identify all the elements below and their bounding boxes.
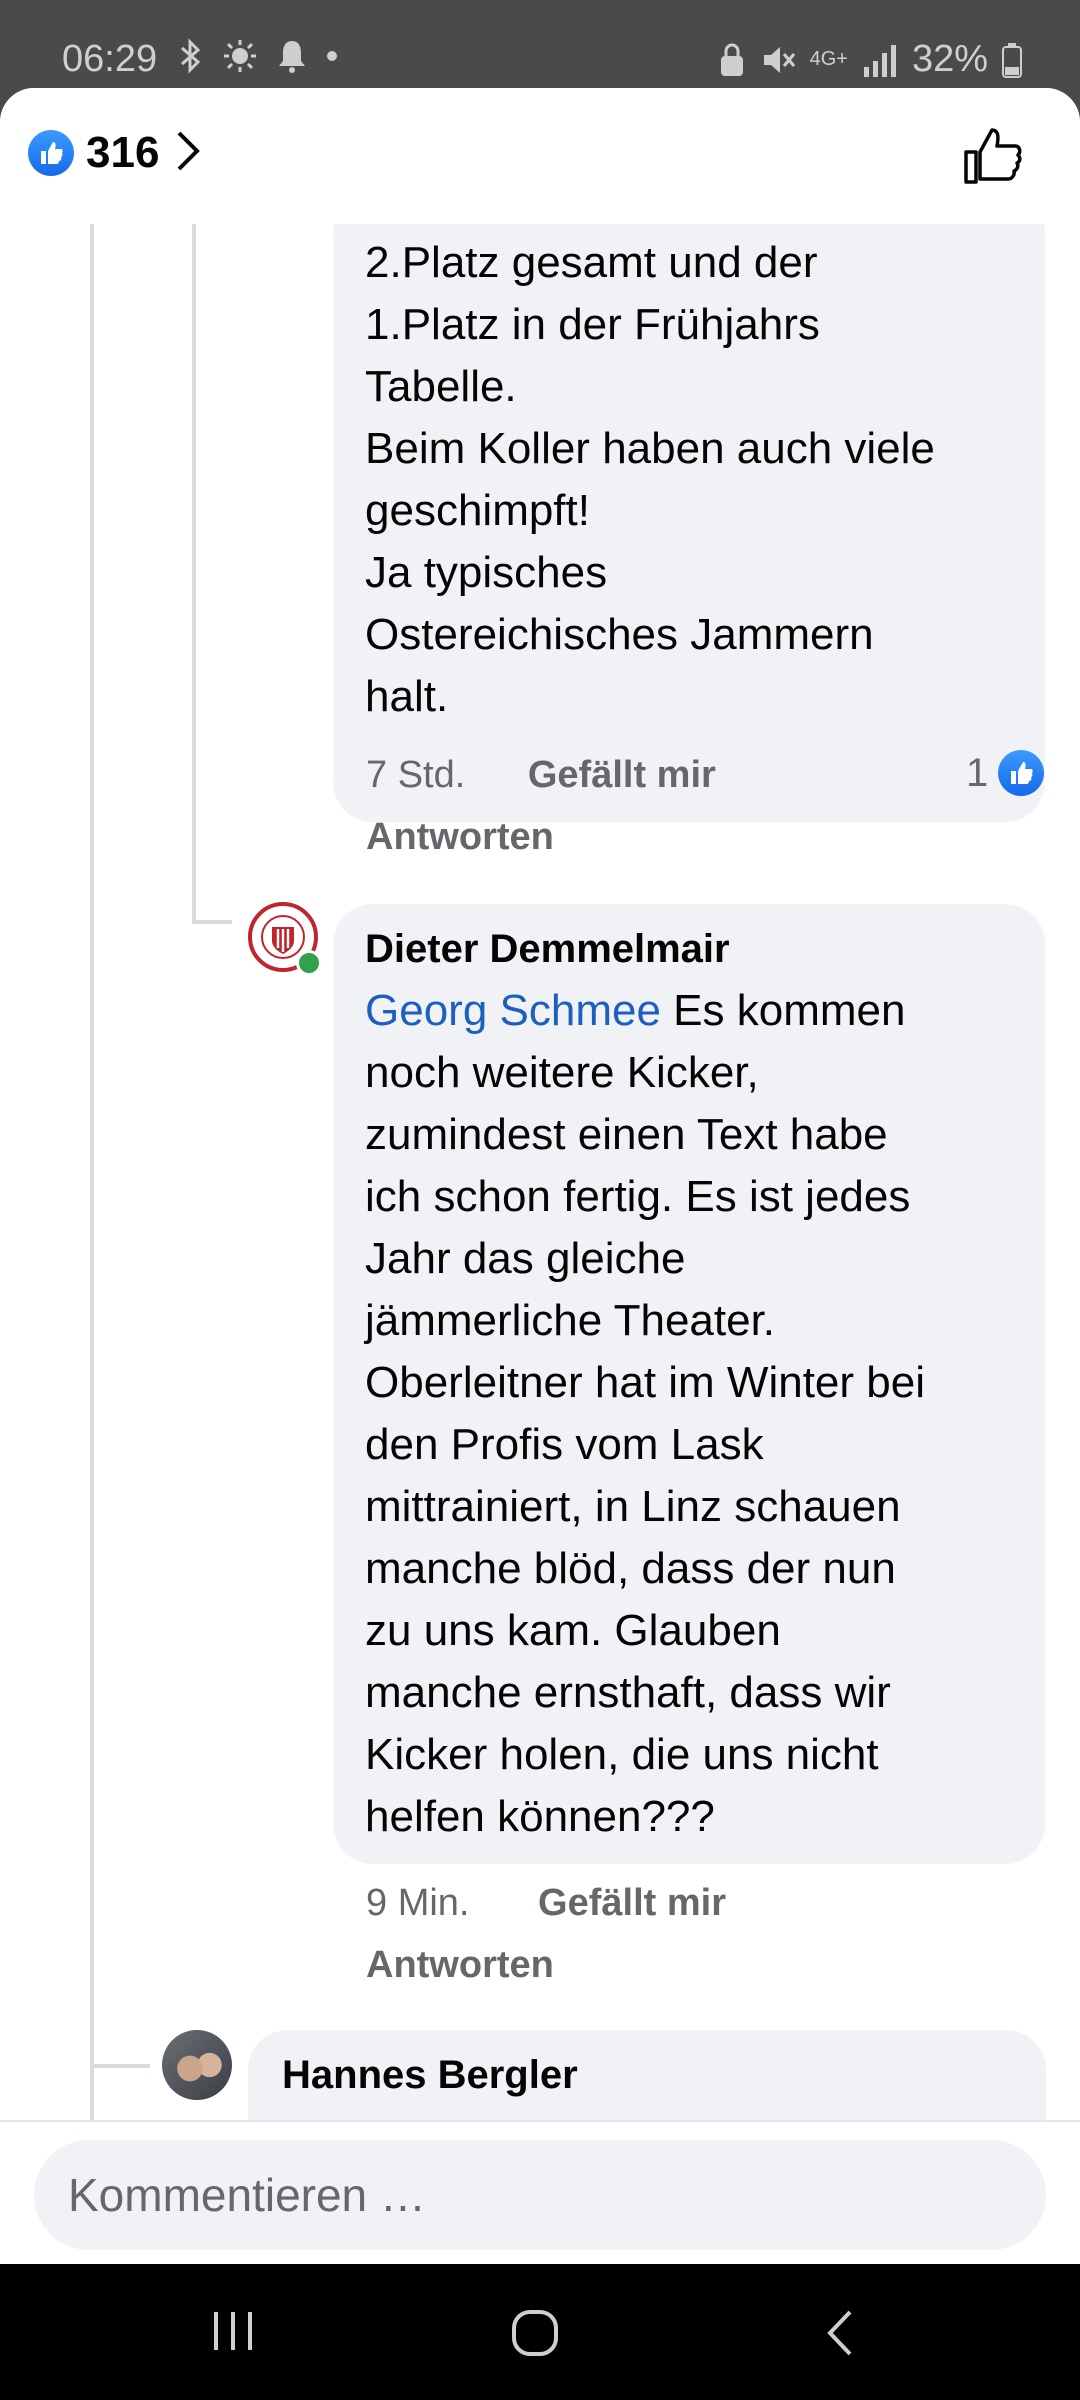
reply-button[interactable]: Antworten xyxy=(366,816,554,858)
comment-line: Georg Schmee Es kommen xyxy=(365,980,1013,1042)
comment-reaction-count: 1 xyxy=(966,750,989,795)
status-time: 06:29 xyxy=(62,38,158,80)
comment-line: noch weitere Kicker, xyxy=(365,1048,759,1097)
comment-line: manche ernsthaft, dass wir xyxy=(365,1668,891,1717)
avatar[interactable] xyxy=(162,2030,232,2100)
thread-connector-2 xyxy=(90,2064,150,2068)
like-button[interactable]: Gefällt mir xyxy=(538,1882,726,1924)
comment-bubble[interactable]: Dieter Demmelmair Georg Schmee Es kommen… xyxy=(333,904,1045,1864)
mute-icon xyxy=(760,42,796,78)
comment-line: mittrainiert, in Linz schauen xyxy=(365,1482,901,1531)
comment-line: Beim Koller haben auch viele xyxy=(365,424,935,473)
comment-text: 2.Platz gesamt und der 1.Platz in der Fr… xyxy=(365,224,1013,728)
comment-actions: 9 Min. Gefällt mir xyxy=(366,1882,726,1925)
comment-line: den Profis vom Lask xyxy=(365,1420,764,1469)
comment-author[interactable]: Dieter Demmelmair xyxy=(365,918,1013,980)
comment-composer xyxy=(0,2120,1080,2264)
status-bar: 06:29 4G+ 32% xyxy=(0,0,1080,88)
thread-line-inner xyxy=(192,224,196,924)
chevron-right-icon xyxy=(175,129,201,178)
reactions-summary[interactable]: 316 xyxy=(28,128,201,178)
comment-line: zumindest einen Text habe xyxy=(365,1110,888,1159)
battery-label: 32% xyxy=(911,38,988,80)
comment-line: 2.Platz gesamt und der xyxy=(365,238,818,287)
comment-bubble[interactable]: Hannes Bergler xyxy=(248,2030,1046,2120)
mention-link[interactable]: Georg Schmee xyxy=(365,986,661,1035)
thread-line-outer xyxy=(90,224,94,2120)
bluetooth-icon xyxy=(178,38,204,74)
sheet-header: 316 xyxy=(0,88,1080,224)
comment-line: Ja typisches xyxy=(365,548,608,597)
comment-line: Tabelle. xyxy=(365,362,517,411)
comment-bubble[interactable]: 2.Platz gesamt und der 1.Platz in der Fr… xyxy=(333,224,1045,822)
home-icon[interactable] xyxy=(510,2308,560,2363)
comment-line: manche blöd, dass der nun xyxy=(365,1544,896,1593)
recents-icon[interactable] xyxy=(208,2308,258,2359)
dot-icon xyxy=(326,50,338,62)
reply-row: Antworten xyxy=(366,1944,554,1987)
brightness-icon xyxy=(222,38,258,74)
bell-icon xyxy=(276,38,308,74)
comment-line: helfen können??? xyxy=(365,1792,715,1841)
comment-line: halt. xyxy=(365,672,449,721)
comment-line: Jahr das gleiche xyxy=(365,1234,686,1283)
battery-icon xyxy=(1002,42,1022,78)
like-icon xyxy=(28,130,74,176)
reply-button[interactable]: Antworten xyxy=(366,1944,554,1986)
thumbs-up-outline-icon[interactable] xyxy=(962,126,1024,191)
comment-author[interactable]: Hannes Bergler xyxy=(282,2030,1012,2106)
comment-text: Dieter Demmelmair Georg Schmee Es kommen… xyxy=(365,904,1013,1848)
reaction-count: 316 xyxy=(86,128,160,177)
reply-row: Antworten xyxy=(366,816,554,859)
comment-line-rest: Es kommen xyxy=(660,986,906,1035)
like-icon xyxy=(998,750,1045,796)
online-indicator xyxy=(296,950,322,976)
comment-actions: 7 Std. Gefällt mir xyxy=(366,754,716,797)
comment-line: Oberleitner hat im Winter bei xyxy=(365,1358,925,1407)
comment-time: 9 Min. xyxy=(366,1882,470,1924)
comment-line: jämmerliche Theater. xyxy=(365,1296,776,1345)
comment-thread: 2.Platz gesamt und der 1.Platz in der Fr… xyxy=(0,224,1080,2120)
comment-reactions[interactable]: 1 xyxy=(966,750,1045,796)
system-nav-bar xyxy=(0,2264,1080,2400)
network-label: 4G+ xyxy=(809,48,848,70)
comments-sheet: 316 2.Platz gesamt und der 1.Platz in de… xyxy=(0,88,1080,2264)
comment-line: ich schon fertig. Es ist jedes xyxy=(365,1172,911,1221)
comment-line: geschimpft! xyxy=(365,486,590,535)
comment-line: 1.Platz in der Frühjahrs xyxy=(365,300,820,349)
comment-line: Kicker holen, die uns nicht xyxy=(365,1730,879,1779)
like-button[interactable]: Gefällt mir xyxy=(528,754,716,796)
comment-input[interactable] xyxy=(34,2140,1046,2250)
lock-icon xyxy=(718,42,746,78)
comment-line: Ostereichisches Jammern xyxy=(365,610,874,659)
thread-connector-1 xyxy=(192,920,232,924)
signal-icon xyxy=(862,43,898,77)
comment-time: 7 Std. xyxy=(366,754,466,796)
comment-line: zu uns kam. Glauben xyxy=(365,1606,781,1655)
back-icon[interactable] xyxy=(822,2308,856,2363)
